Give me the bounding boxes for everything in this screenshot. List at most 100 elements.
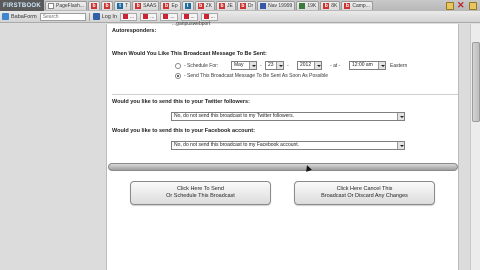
browser-toolbar: BabaForm Log In ... ... ... ... ... [0,11,480,23]
cancel-broadcast-button[interactable]: Click Here Cancel This Broadcast Or Disc… [294,181,435,205]
toolbar-badge[interactable]: ... [200,12,218,21]
tab-label: Nav 19999 [268,3,293,9]
browser-tab[interactable]: b ZK [194,1,215,10]
browser-tab[interactable]: b JE [216,1,236,10]
send-asap-label: - Send This Broadcast Message To Be Sent… [184,73,329,79]
time-select[interactable]: 12:00 am [349,61,386,70]
twitter-question: Would you like to send this to your Twit… [112,99,250,105]
date-separator: - [260,63,262,69]
section-bar [108,163,458,171]
send-button-line1: Click Here To Send [177,186,224,192]
toolbar-badge[interactable]: ... [119,12,138,21]
browser-tab[interactable]: b 8K [320,1,341,10]
b-icon: b [323,3,330,9]
timezone-label: Eastern [390,63,408,69]
browser-tab[interactable]: t [181,1,194,10]
browser-tab[interactable]: b SAAS [132,1,160,10]
month-value: May [234,62,244,68]
lock-icon [446,1,454,10]
send-time-question: When Would You Like This Broadcast Messa… [112,51,267,57]
browser-tab[interactable]: b [88,1,101,10]
mail-icon [260,3,267,9]
chevron-down-icon [397,142,404,149]
at-label: - at - [330,63,341,69]
send-broadcast-button[interactable]: Click Here To Send Or Schedule This Broa… [130,181,271,205]
addon-icon [122,14,128,19]
tab-label: Ep [171,3,178,9]
facebook-question: Would you like to send this to your Face… [112,128,255,134]
badge-label: ... [129,13,135,20]
browser-tab[interactable]: b Ep [160,1,181,10]
user-icon [92,13,100,20]
browser-tab[interactable]: 19K [296,1,320,10]
scrollbar-thumb[interactable] [472,42,480,122]
twitter-select[interactable]: No, do not send this broadcast to my Twi… [171,112,405,121]
b-icon: b [91,3,98,9]
lock-icon [469,1,477,10]
tab-label: 19K [307,3,317,9]
close-icon[interactable]: ✕ [457,1,466,10]
day-select[interactable]: 23 [265,61,284,70]
send-asap-radio[interactable] [175,73,181,79]
badge-label: ... [170,13,175,20]
month-select[interactable]: May [231,61,257,70]
tab-label: 8K [331,3,338,9]
autoresponders-label: Autoresponders: [112,28,157,34]
schedule-label: - Schedule For: [184,63,219,69]
badge-label: ... [210,13,215,20]
chevron-down-icon [397,113,404,120]
time-value: 12:00 am [352,62,373,68]
facebook-select[interactable]: No, do not send this broadcast to my Fac… [171,141,405,150]
tab-label: PageFlash... [56,3,85,9]
tab-label: Dr [247,3,254,9]
t-icon: t [184,3,191,9]
badge-label: ... [150,13,155,20]
b-icon: b [219,3,225,9]
facebook-value: No, do not send this broadcast to my Fac… [174,142,300,148]
t-icon: t [117,3,124,9]
page-icon [48,3,54,9]
toolbar-bookmark[interactable]: BabaForm [2,13,37,20]
b-icon: b [197,3,204,9]
year-select[interactable]: 2012 [297,61,322,70]
browser-logo: FIRSTBOOK [0,0,44,11]
browser-tab[interactable]: b Dr [236,1,257,10]
browser-tab[interactable]: Nav 19999 [257,1,296,10]
tab-label: Camp... [352,3,370,9]
browser-tab[interactable]: b [101,1,114,10]
tab-label: T [125,3,129,9]
browser-tab[interactable]: tT [114,1,132,10]
browser-tab[interactable]: b Camp... [341,1,373,10]
b-icon: b [239,3,246,9]
toolbar-divider [88,12,90,21]
send-button-line2: Or Schedule This Broadcast [166,193,235,199]
schedule-radio[interactable] [175,63,181,69]
addon-icon [203,14,209,19]
toolbar-badge[interactable]: ... [160,12,178,21]
addon-icon [183,14,189,19]
year-value: 2012 [300,62,312,68]
bookmark-icon [2,13,9,20]
search-input[interactable] [39,12,86,21]
browser-tab-strip: FIRSTBOOK PageFlash... b b tT b SAAS b Ep … [0,0,480,11]
badge-label: ... [190,13,195,20]
addon-icon [163,14,169,19]
chevron-down-icon [249,62,256,69]
cancel-button-line2: Broadcast Or Discard Any Changes [321,193,408,199]
chevron-down-icon [314,62,321,69]
chevron-down-icon [276,62,283,69]
b-icon: b [135,3,142,9]
toolbar-badge[interactable]: ... [140,12,158,21]
tab-label: SAAS [143,3,157,9]
autoresponder-value: ...ganpuswebport [172,21,211,27]
chat-icon [299,3,306,9]
toolbar-badge[interactable]: ... [180,12,198,21]
twitter-value: No, do not send this broadcast to my Twi… [174,113,294,119]
login-button[interactable]: Log In [92,13,117,20]
b-icon: b [344,3,351,9]
vertical-scrollbar[interactable] [470,24,480,270]
cancel-button-line1: Click Here Cancel This [336,186,393,192]
addon-icon [143,14,149,19]
browser-tab[interactable]: PageFlash... [45,1,88,10]
section-divider [112,94,458,95]
